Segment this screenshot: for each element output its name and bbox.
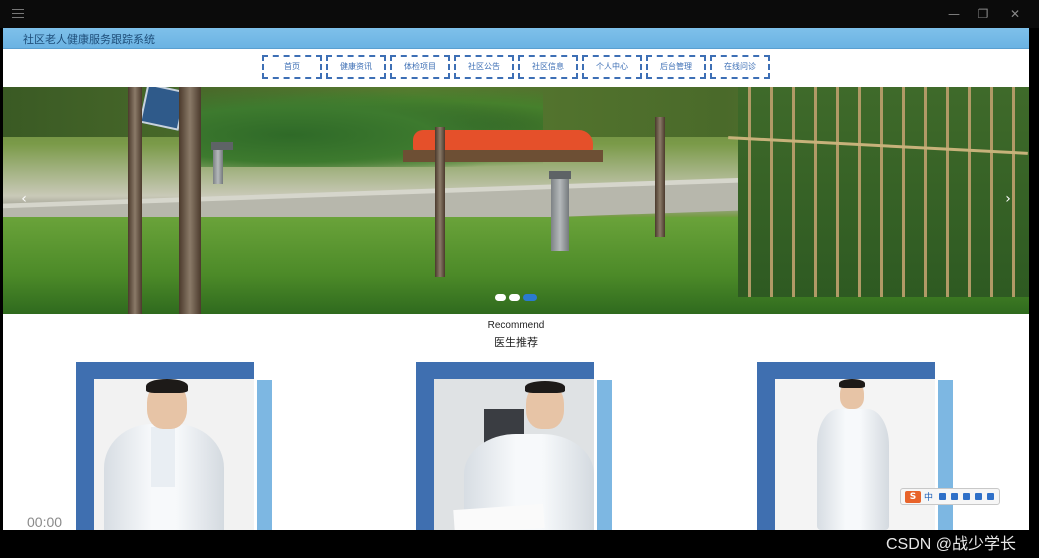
doctor-photo[interactable] bbox=[94, 379, 254, 530]
minimize-button[interactable]: — bbox=[944, 4, 964, 24]
banner-hedge bbox=[403, 150, 603, 162]
banner-bollard bbox=[549, 171, 571, 251]
doctor-card[interactable] bbox=[76, 362, 272, 530]
carousel-next-button[interactable]: › bbox=[1001, 190, 1015, 208]
top-navigation: 首页 健康资讯 体检项目 社区公告 社区信息 个人中心 后台管理 在线问诊 bbox=[3, 49, 1029, 87]
restore-button[interactable]: ❐ bbox=[973, 4, 993, 24]
app-title: 社区老人健康服务跟踪系统 bbox=[23, 33, 155, 46]
banner-tree-trunk bbox=[435, 127, 445, 277]
ime-punctuation-icon[interactable] bbox=[939, 493, 946, 500]
card-frame-light bbox=[938, 380, 953, 530]
nav-item-home[interactable]: 首页 bbox=[262, 55, 322, 79]
ime-keyboard-icon[interactable] bbox=[963, 493, 970, 500]
doctor-card[interactable] bbox=[416, 362, 612, 530]
banner-tree-trunk bbox=[128, 87, 142, 314]
doctor-hair bbox=[525, 381, 565, 393]
video-bottom-bar bbox=[0, 530, 1039, 558]
nav-item-admin[interactable]: 后台管理 bbox=[646, 55, 706, 79]
doctor-recommend-section: Recommend 医生推荐 bbox=[3, 314, 1029, 530]
csdn-watermark: CSDN @战少学长 bbox=[886, 536, 1017, 553]
ime-toolbar[interactable]: S 中 bbox=[900, 488, 1000, 505]
card-frame-light bbox=[257, 380, 272, 530]
doctor-hair bbox=[146, 379, 188, 393]
carousel-dot[interactable] bbox=[495, 294, 506, 301]
doctor-photo[interactable] bbox=[775, 379, 935, 530]
ime-logo-icon[interactable]: S bbox=[905, 491, 921, 503]
banner-bamboo-fence bbox=[738, 87, 1029, 297]
doctor-hair bbox=[839, 379, 865, 388]
carousel-dot-active[interactable] bbox=[523, 294, 537, 301]
app-header: 社区老人健康服务跟踪系统 bbox=[3, 28, 1029, 49]
nav-item-personal-center[interactable]: 个人中心 bbox=[582, 55, 642, 79]
nav-item-health-news[interactable]: 健康资讯 bbox=[326, 55, 386, 79]
nav-item-community-info[interactable]: 社区信息 bbox=[518, 55, 578, 79]
doctor-coat bbox=[817, 409, 889, 530]
banner-bollard bbox=[211, 142, 233, 184]
ime-mode-indicator[interactable]: 中 bbox=[924, 490, 933, 503]
ime-microphone-icon[interactable] bbox=[951, 493, 958, 500]
banner-tree-trunk bbox=[655, 117, 665, 237]
window-titlebar: — ❐ ✕ bbox=[0, 0, 1039, 28]
hamburger-menu-icon[interactable] bbox=[12, 9, 24, 19]
carousel-prev-button[interactable]: ‹ bbox=[17, 190, 31, 208]
web-page: 社区老人健康服务跟踪系统 首页 健康资讯 体检项目 社区公告 社区信息 个人中心… bbox=[3, 28, 1029, 530]
video-timecode: 00:00 bbox=[27, 514, 63, 530]
section-title-en: Recommend bbox=[487, 320, 545, 331]
doctor-photo[interactable] bbox=[434, 379, 594, 530]
banner-carousel[interactable]: ‹ › bbox=[3, 87, 1029, 314]
nav-item-checkup[interactable]: 体检项目 bbox=[390, 55, 450, 79]
nav-item-announcements[interactable]: 社区公告 bbox=[454, 55, 514, 79]
doctor-shirt bbox=[151, 427, 175, 487]
carousel-dot[interactable] bbox=[509, 294, 520, 301]
card-frame-light bbox=[597, 380, 612, 530]
nav-item-online-consult[interactable]: 在线问诊 bbox=[710, 55, 770, 79]
banner-tree-trunk bbox=[179, 87, 201, 314]
ime-skin-icon[interactable] bbox=[975, 493, 982, 500]
section-title-cn: 医生推荐 bbox=[494, 336, 538, 349]
carousel-indicators bbox=[495, 294, 540, 302]
ime-grid-icon[interactable] bbox=[987, 493, 994, 500]
close-button[interactable]: ✕ bbox=[1005, 4, 1025, 24]
